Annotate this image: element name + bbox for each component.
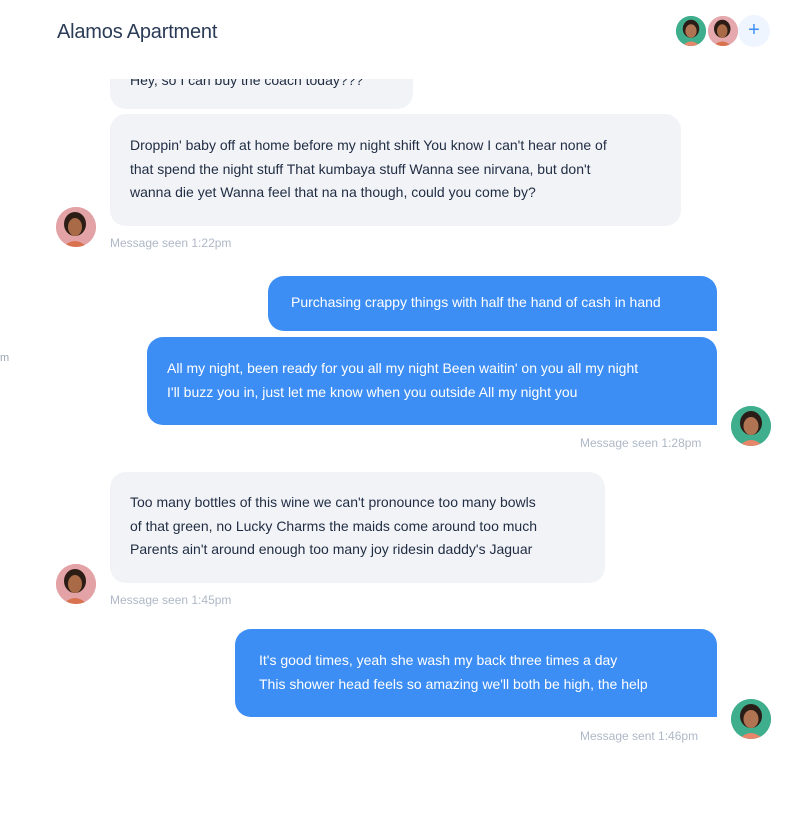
woman-avatar-icon xyxy=(676,16,706,46)
side-panel-fragment: m xyxy=(0,352,10,364)
woman-avatar-icon xyxy=(56,564,96,604)
message-text: It's good times, yeah she wash my back t… xyxy=(259,652,618,668)
message-text: This shower head feels so amazing we'll … xyxy=(259,675,648,692)
message-text: of that green, no Lucky Charms the maids… xyxy=(130,517,537,534)
participants: + xyxy=(674,14,774,48)
message-status: Message sent 1:46pm xyxy=(580,729,699,743)
message-bubble-incoming: Too many bottles of this wine we can't p… xyxy=(110,472,605,583)
participant-avatar[interactable] xyxy=(706,14,740,48)
message-text: All my night, been ready for you all my … xyxy=(167,360,639,376)
self-avatar[interactable] xyxy=(731,699,771,739)
message-text: that spend the night stuff That kumbaya … xyxy=(130,160,591,177)
message-text: Too many bottles of this wine we can't p… xyxy=(130,494,536,510)
message-text: Parents ain't around enough too many joy… xyxy=(130,541,533,557)
message-bubble-outgoing: It's good times, yeah she wash my back t… xyxy=(235,629,717,717)
conversation-title: Alamos Apartment xyxy=(57,21,218,43)
add-participant-button[interactable]: + xyxy=(738,15,770,47)
participant-avatar[interactable] xyxy=(674,14,708,48)
message-bubble-outgoing: Purchasing crappy things with half the h… xyxy=(268,276,717,331)
woman-avatar-icon xyxy=(731,406,771,446)
message-text: Droppin' baby off at home before my nigh… xyxy=(130,137,607,153)
message-status: Message seen 1:28pm xyxy=(580,436,702,450)
message-text: I'll buzz you in, just let me know when … xyxy=(167,383,578,400)
message-text: Purchasing crappy things with half the h… xyxy=(291,294,661,310)
self-avatar[interactable] xyxy=(731,406,771,446)
woman-avatar-icon xyxy=(708,16,738,46)
message-status: Message seen 1:45pm xyxy=(110,593,232,607)
message-status: Message seen 1:22pm xyxy=(110,236,232,250)
contact-avatar[interactable] xyxy=(56,564,96,604)
woman-avatar-icon xyxy=(731,699,771,739)
contact-avatar[interactable] xyxy=(56,207,96,247)
message-bubble-outgoing: All my night, been ready for you all my … xyxy=(147,337,717,425)
woman-avatar-icon xyxy=(56,207,96,247)
message-bubble-incoming: Droppin' baby off at home before my nigh… xyxy=(110,114,681,226)
message-text: wanna die yet Wanna feel that na na thou… xyxy=(130,184,536,200)
